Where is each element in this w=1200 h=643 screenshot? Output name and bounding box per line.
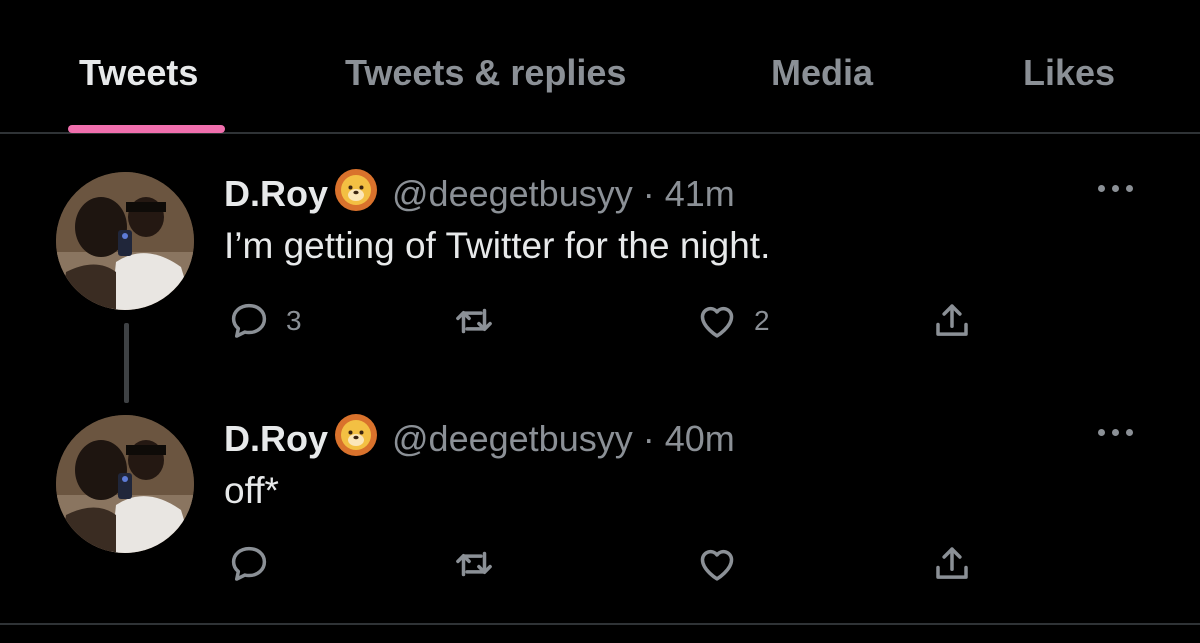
- share-button[interactable]: [931, 300, 973, 342]
- avatar-photo: [56, 172, 194, 310]
- tab-media[interactable]: Media: [771, 52, 873, 94]
- retweet-button[interactable]: [453, 543, 495, 585]
- tweet-text: off*: [224, 470, 279, 511]
- share-icon: [931, 300, 973, 342]
- share-icon: [931, 543, 973, 585]
- active-tab-indicator: [68, 125, 225, 133]
- separator-dot: ·: [642, 418, 655, 459]
- profile-tabs: Tweets Tweets & replies Media Likes: [0, 0, 1200, 134]
- thread-connector-line: [124, 323, 129, 403]
- reply-icon: [228, 300, 270, 342]
- retweet-icon: [453, 300, 495, 342]
- tweet-text: I’m getting of Twitter for the night.: [224, 225, 771, 266]
- tab-tweets[interactable]: Tweets: [79, 52, 198, 94]
- tweet-header: D.Roy @deegetbusyy · 40m: [224, 413, 735, 460]
- reply-button[interactable]: 3: [228, 300, 302, 342]
- avatar-photo: [56, 415, 194, 553]
- more-options-button[interactable]: [1098, 182, 1140, 194]
- tweet-header: D.Roy @deegetbusyy · 41m: [224, 168, 735, 215]
- lion-face-icon: [334, 168, 378, 212]
- like-button[interactable]: [696, 543, 738, 585]
- like-icon: [696, 300, 738, 342]
- reply-icon: [228, 543, 270, 585]
- share-button[interactable]: [931, 543, 973, 585]
- lion-face-icon: [334, 413, 378, 457]
- like-icon: [696, 543, 738, 585]
- like-button[interactable]: 2: [696, 300, 770, 342]
- user-handle[interactable]: @deegetbusyy: [392, 173, 633, 214]
- reply-count: 3: [286, 305, 302, 336]
- more-options-button[interactable]: [1098, 426, 1140, 438]
- reply-button[interactable]: [228, 543, 270, 585]
- display-name[interactable]: D.Roy: [224, 418, 328, 459]
- tab-tweets-and-replies[interactable]: Tweets & replies: [345, 52, 626, 94]
- display-name[interactable]: D.Roy: [224, 173, 328, 214]
- user-handle[interactable]: @deegetbusyy: [392, 418, 633, 459]
- separator-dot: ·: [642, 173, 655, 214]
- avatar[interactable]: [56, 415, 194, 553]
- retweet-button[interactable]: [453, 300, 495, 342]
- tweet-time[interactable]: 41m: [665, 173, 735, 214]
- retweet-icon: [453, 543, 495, 585]
- timeline-divider: [0, 623, 1200, 625]
- tab-likes[interactable]: Likes: [1023, 52, 1115, 94]
- tweet-time[interactable]: 40m: [665, 418, 735, 459]
- avatar[interactable]: [56, 172, 194, 310]
- like-count: 2: [754, 305, 770, 336]
